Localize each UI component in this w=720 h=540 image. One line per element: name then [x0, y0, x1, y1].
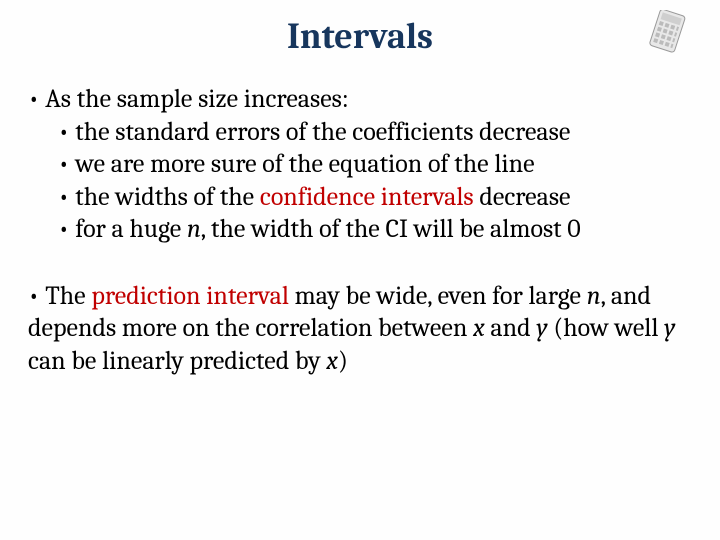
bullet-sub-4: • for a huge n, the width of the CI will…	[28, 213, 692, 246]
slide-title: Intervals	[0, 0, 720, 61]
highlight-prediction-interval: prediction interval	[91, 281, 289, 311]
highlight-confidence-intervals: confidence intervals	[260, 182, 474, 212]
bullet-sub-3: • the widths of the confidence intervals…	[28, 181, 692, 214]
bullet-main-2: • The prediction interval may be wide, e…	[28, 280, 692, 378]
bullet-main-1: • As the sample size increases:	[28, 83, 692, 116]
bullet-sub-1: • the standard errors of the coefficient…	[28, 116, 692, 149]
slide-body: • As the sample size increases: • the st…	[0, 61, 720, 377]
bullet-sub-2: • we are more sure of the equation of th…	[28, 148, 692, 181]
calculator-icon	[640, 10, 696, 54]
